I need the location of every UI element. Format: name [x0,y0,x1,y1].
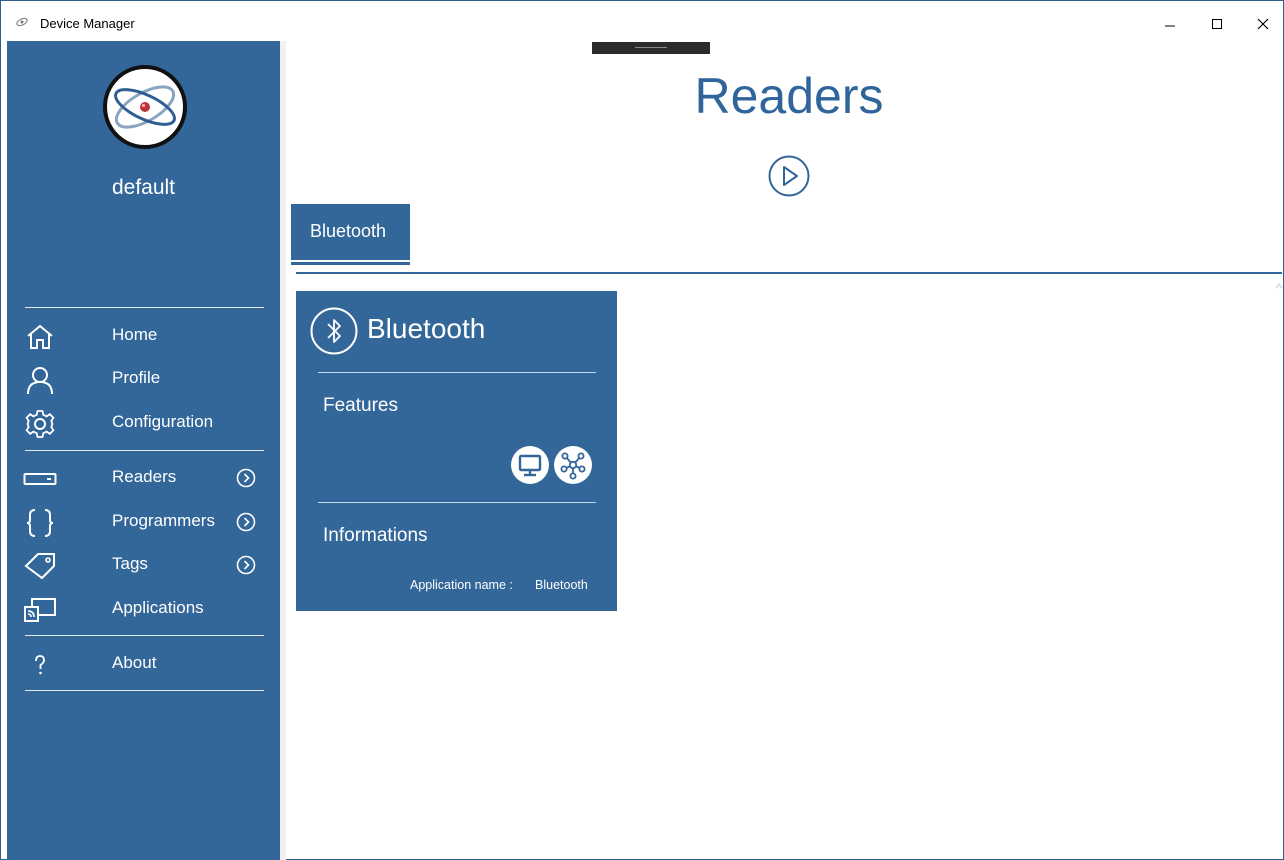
page-title: Readers [694,68,884,124]
sidebar-item-readers[interactable]: Readers [7,458,280,498]
sidebar-item-programmers[interactable]: Programmers [7,502,280,542]
sidebar-divider [25,307,264,308]
maximize-icon [1212,19,1222,29]
user-icon [23,365,57,395]
minimize-button[interactable] [1148,9,1192,39]
sidebar-item-label: Configuration [112,412,214,431]
minimize-icon [1165,25,1175,27]
app-icon [16,17,28,27]
chevron-right-circle-icon [236,555,256,575]
sidebar-item-label: About [112,653,157,672]
close-icon [1257,18,1269,30]
tab-content-divider [296,272,1282,274]
scroll-up-icon[interactable] [1274,281,1284,291]
sidebar-item-applications[interactable]: Applications [7,589,280,629]
cast-screen-icon [23,595,57,625]
close-button[interactable] [1241,9,1284,39]
chevron-right-circle-icon [236,512,256,532]
application-name-label: Application name : [410,578,513,592]
play-button[interactable] [768,155,810,197]
sidebar-item-home[interactable]: Home [7,316,280,356]
monitor-icon[interactable] [510,445,550,485]
sidebar-item-profile[interactable]: Profile [7,359,280,399]
window-title: Device Manager [40,16,135,31]
question-icon [23,650,57,680]
sidebar: default Home Profile Configuration Reade… [7,41,280,860]
tab-bluetooth[interactable]: Bluetooth [291,204,410,260]
application-name-value: Bluetooth [535,578,588,592]
braces-icon [23,508,57,538]
home-icon [23,322,57,352]
sidebar-item-label: Programmers [112,511,215,530]
device-manager-window: Device Manager default Home Profile Conf… [0,0,1284,860]
features-heading: Features [323,395,398,416]
sidebar-divider [25,450,264,451]
sidebar-item-configuration[interactable]: Configuration [7,403,280,443]
sidebar-item-tags[interactable]: Tags [7,545,280,585]
chevron-right-circle-icon [236,468,256,488]
gear-icon [23,409,57,439]
sidebar-item-label: Home [112,325,158,344]
profile-name: default [111,176,176,199]
informations-heading: Informations [323,525,428,546]
sidebar-item-label: Tags [112,554,148,573]
tab-selected-indicator [291,262,410,265]
card-title: Bluetooth [367,313,486,344]
network-nodes-icon[interactable] [553,445,593,485]
sidebar-item-label: Applications [112,598,204,617]
tag-icon [23,551,57,581]
card-divider [318,372,596,373]
sidebar-divider [25,690,264,691]
main-content: Readers Bluetooth Bluetooth Features Inf… [286,41,1283,860]
app-logo [103,65,187,149]
title-bar: Device Manager [1,1,1283,41]
card-divider [318,502,596,503]
sidebar-divider [25,635,264,636]
reader-card-bluetooth[interactable]: Bluetooth Features Informations Applicat… [296,291,617,611]
maximize-button[interactable] [1195,9,1239,39]
bluetooth-icon [310,307,358,355]
sidebar-item-label: Readers [112,467,177,486]
sidebar-item-label: Profile [112,368,161,387]
reader-device-icon [23,464,57,494]
sidebar-item-about[interactable]: About [7,644,280,684]
